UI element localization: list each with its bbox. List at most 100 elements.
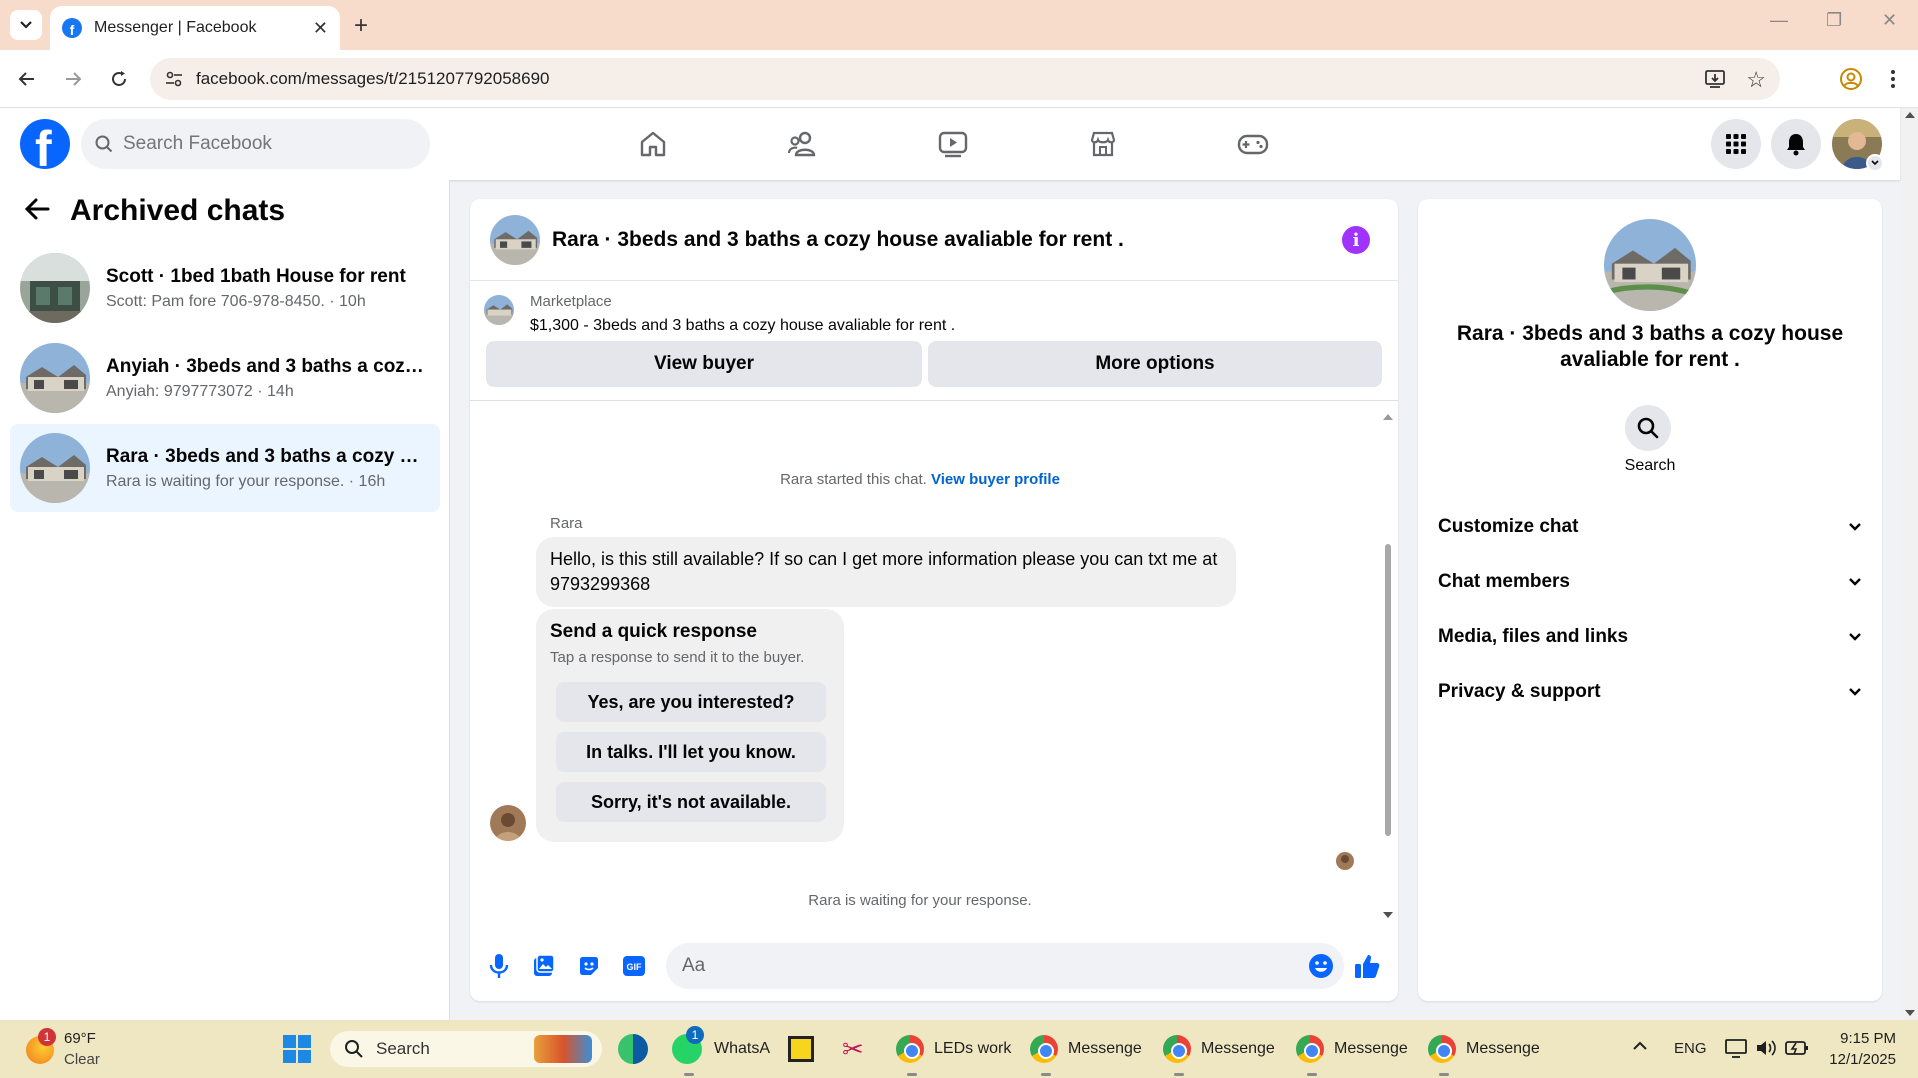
- restore-window-icon[interactable]: ❐: [1826, 10, 1842, 31]
- svg-text:GIF: GIF: [627, 962, 643, 972]
- archived-chats-panel: Archived chats Scott · 1bed 1bath House …: [0, 180, 450, 1020]
- taskbar-snipping-tool[interactable]: ✂: [842, 1032, 864, 1066]
- back-arrow-icon[interactable]: [24, 198, 50, 225]
- reload-button[interactable]: [104, 64, 134, 94]
- clock-time[interactable]: 9:15 PM: [1826, 1030, 1896, 1047]
- facebook-search-input[interactable]: [123, 133, 403, 155]
- chat-list-item-active[interactable]: Rara · 3beds and 3 baths a cozy house av…: [10, 424, 440, 512]
- tab-list-button[interactable]: [10, 10, 42, 40]
- clock-date[interactable]: 12/1/2025: [1826, 1051, 1896, 1068]
- listing-price-title[interactable]: $1,300 - 3beds and 3 baths a cozy house …: [530, 317, 955, 335]
- app-label: Messenge: [1201, 1040, 1275, 1057]
- more-options-button[interactable]: More options: [928, 341, 1382, 387]
- thumbs-up-icon: [1355, 955, 1380, 978]
- nav-friends-button[interactable]: [783, 124, 823, 164]
- reload-icon: [112, 71, 126, 86]
- sticker-button[interactable]: [574, 951, 604, 981]
- taskbar-edge[interactable]: [618, 1032, 648, 1066]
- nav-video-button[interactable]: [933, 124, 973, 164]
- search-in-conversation-button[interactable]: [1625, 405, 1671, 451]
- close-window-icon[interactable]: ✕: [1882, 10, 1897, 31]
- taskbar-chrome-messenger-2[interactable]: Messenge: [1163, 1032, 1275, 1066]
- facebook-favicon-icon: f: [62, 18, 82, 38]
- windows-start-button[interactable]: [282, 1034, 312, 1069]
- taskbar-chrome-messenger-4[interactable]: Messenge: [1428, 1032, 1540, 1066]
- edge-icon: [618, 1034, 648, 1064]
- nav-gaming-button[interactable]: [1233, 124, 1273, 164]
- network-icon[interactable]: [1725, 1038, 1747, 1063]
- new-tab-button[interactable]: +: [354, 12, 368, 40]
- weather-temp[interactable]: 69°F: [64, 1030, 96, 1047]
- facebook-search-box[interactable]: [81, 119, 430, 169]
- emoji-button[interactable]: [1308, 953, 1334, 984]
- forward-button[interactable]: [58, 64, 88, 94]
- site-info-icon[interactable]: [164, 69, 184, 94]
- conversation-title[interactable]: Rara · 3beds and 3 baths a cozy house av…: [552, 228, 1124, 252]
- battery-icon[interactable]: [1785, 1039, 1809, 1062]
- sender-avatar[interactable]: [490, 805, 526, 841]
- browser-menu-button[interactable]: [1878, 64, 1908, 94]
- volume-icon[interactable]: [1755, 1038, 1777, 1063]
- attach-photo-button[interactable]: [529, 951, 559, 981]
- gif-button[interactable]: GIF: [619, 951, 649, 981]
- bookmark-star-icon[interactable]: ☆: [1746, 67, 1766, 93]
- conversation-avatar[interactable]: [490, 214, 540, 265]
- grid-menu-icon: [1726, 134, 1746, 154]
- voice-clip-button[interactable]: [484, 951, 514, 981]
- quick-response-button[interactable]: Yes, are you interested?: [556, 682, 826, 722]
- customize-chat-section[interactable]: Customize chat: [1438, 507, 1862, 547]
- send-like-button[interactable]: [1352, 951, 1382, 981]
- taskbar-whatsapp[interactable]: 1 WhatsA: [672, 1026, 770, 1066]
- chat-avatar: [20, 253, 90, 323]
- quick-response-subtitle: Tap a response to send it to the buyer.: [550, 649, 805, 666]
- message-input[interactable]: [666, 943, 1266, 989]
- conversation-scrollbar[interactable]: [1382, 411, 1394, 921]
- chat-name: Rara · 3beds and 3 baths a cozy house av…: [106, 445, 426, 467]
- profile-button[interactable]: [1836, 64, 1866, 94]
- browser-tab-active[interactable]: f Messenger | Facebook ✕: [50, 6, 340, 50]
- nav-home-button[interactable]: [633, 124, 673, 164]
- taskbar-chrome-messenger-1[interactable]: Messenge: [1030, 1032, 1142, 1066]
- message-bubble: Hello, is this still available? If so ca…: [536, 537, 1236, 607]
- marketplace-label: Marketplace: [530, 293, 612, 310]
- address-bar[interactable]: facebook.com/messages/t/2151207792058690…: [150, 58, 1780, 100]
- quick-response-button[interactable]: Sorry, it's not available.: [556, 782, 826, 822]
- facebook-logo[interactable]: f: [20, 119, 70, 169]
- chat-list-item[interactable]: Anyiah · 3beds and 3 baths a cozy house …: [10, 334, 440, 422]
- taskbar-chrome-leds[interactable]: LEDs work: [896, 1032, 1011, 1066]
- taskbar-chrome-messenger-3[interactable]: Messenge: [1296, 1032, 1408, 1066]
- input-language[interactable]: ENG: [1674, 1040, 1707, 1057]
- install-app-icon[interactable]: [1704, 68, 1726, 95]
- quick-response-title: Send a quick response: [550, 621, 757, 642]
- view-buyer-button[interactable]: View buyer: [486, 341, 922, 387]
- chat-avatar: [20, 433, 90, 503]
- tray-overflow-chevron-icon[interactable]: [1632, 1038, 1648, 1056]
- info-avatar[interactable]: [1604, 219, 1696, 311]
- privacy-support-section[interactable]: Privacy & support: [1438, 672, 1862, 712]
- close-tab-icon[interactable]: ✕: [313, 18, 328, 39]
- read-receipt-avatar: [1336, 852, 1354, 870]
- back-button[interactable]: [12, 64, 42, 94]
- account-chevron-icon[interactable]: [1866, 154, 1884, 172]
- menu-grid-button[interactable]: [1711, 119, 1761, 169]
- chevron-down-icon: [1849, 523, 1861, 531]
- view-buyer-profile-link[interactable]: View buyer profile: [931, 471, 1060, 488]
- section-label: Chat members: [1438, 571, 1570, 592]
- chevron-down-icon: [1849, 633, 1861, 641]
- taskbar-sticky-notes[interactable]: [788, 1032, 814, 1066]
- notifications-button[interactable]: [1771, 119, 1821, 169]
- media-files-links-section[interactable]: Media, files and links: [1438, 617, 1862, 657]
- page-scrollbar[interactable]: [1902, 108, 1918, 1020]
- friends-icon: [787, 131, 816, 157]
- app-label: LEDs work: [934, 1040, 1012, 1057]
- chat-list-item[interactable]: Scott · 1bed 1bath House for rent Scott:…: [10, 244, 440, 332]
- nav-marketplace-button[interactable]: [1083, 124, 1123, 164]
- chrome-icon: [1296, 1035, 1324, 1063]
- minimize-window-icon[interactable]: —: [1770, 10, 1788, 31]
- quick-response-button[interactable]: In talks. I'll let you know.: [556, 732, 826, 772]
- info-icon[interactable]: i: [1342, 226, 1370, 254]
- message-input-box[interactable]: [666, 943, 1344, 989]
- taskbar-search-box[interactable]: Search: [330, 1031, 602, 1067]
- arrow-right-icon: [66, 72, 82, 86]
- chat-members-section[interactable]: Chat members: [1438, 562, 1862, 602]
